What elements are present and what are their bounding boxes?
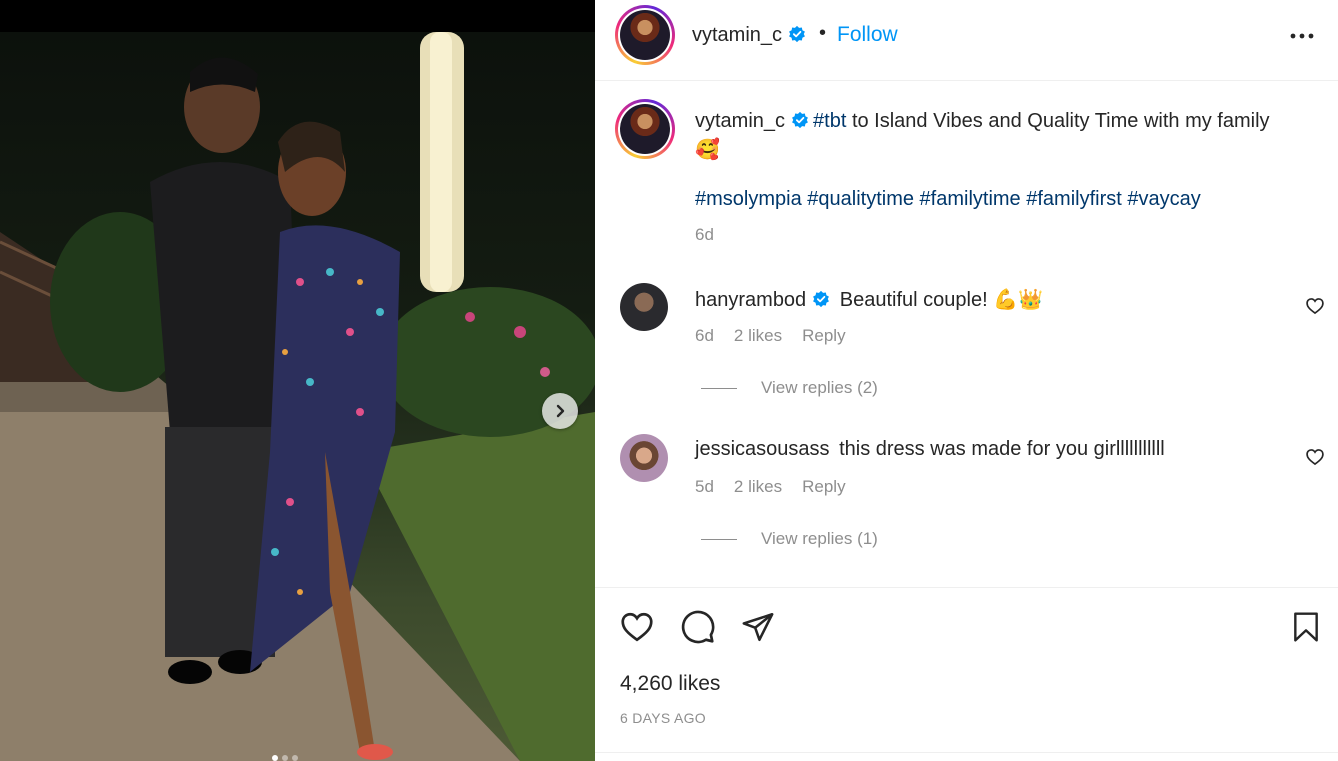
- view-replies-line: [701, 387, 737, 389]
- hashtag-link[interactable]: #msolympia: [695, 188, 802, 210]
- verified-badge-icon: [789, 25, 805, 43]
- verified-badge-icon: [813, 290, 830, 308]
- hashtag-link[interactable]: #familyfirst: [1026, 188, 1122, 210]
- carousel-dots: [272, 755, 298, 761]
- comment-likes[interactable]: 2 likes: [734, 477, 782, 497]
- reply-button[interactable]: Reply: [802, 326, 845, 346]
- heart-icon[interactable]: [1305, 447, 1325, 467]
- hashtag-link[interactable]: #tbt: [813, 110, 846, 132]
- caption-text: vytamin_c #tbt to Island Vibes and Qualit…: [695, 107, 1295, 164]
- commenter-avatar[interactable]: [620, 434, 668, 482]
- post-media: [0, 0, 595, 761]
- comment-text: this dress was made for you girlllllllll…: [839, 438, 1165, 460]
- caption-emoji: 🥰: [695, 137, 720, 161]
- post-panel: vytamin_c • Follow vytamin_c #tbt to Isla…: [595, 0, 1338, 761]
- author-avatar[interactable]: [615, 5, 675, 65]
- bookmark-icon: [1294, 612, 1318, 642]
- more-options-button[interactable]: [1288, 24, 1316, 48]
- like-button[interactable]: [618, 608, 656, 646]
- caption-username[interactable]: vytamin_c: [695, 110, 809, 132]
- save-button[interactable]: [1287, 608, 1325, 646]
- view-replies-button[interactable]: View replies (1): [701, 529, 878, 549]
- commenter-avatar[interactable]: [620, 283, 668, 331]
- hashtag-link[interactable]: #vaycay: [1127, 188, 1200, 210]
- caption-timestamp[interactable]: 6d: [695, 225, 714, 245]
- likes-count[interactable]: 4,260 likes: [620, 672, 720, 696]
- view-replies-label: View replies (2): [761, 378, 878, 397]
- hashtag-link[interactable]: #familytime: [920, 188, 1021, 210]
- comment-body: jessicasousass this dress was made for y…: [695, 438, 1165, 461]
- share-button[interactable]: [739, 608, 777, 646]
- view-replies-label: View replies (1): [761, 529, 878, 548]
- view-replies-button[interactable]: View replies (2): [701, 378, 878, 398]
- comment-body: hanyrambod Beautiful couple! 💪👑: [695, 287, 1043, 312]
- comment-likes[interactable]: 2 likes: [734, 326, 782, 346]
- comment-icon: [681, 610, 715, 644]
- comment-emoji: 💪👑: [993, 287, 1044, 311]
- commenter-username[interactable]: hanyrambod: [695, 289, 830, 311]
- hashtag-link[interactable]: #qualitytime: [807, 188, 914, 210]
- caption-avatar[interactable]: [615, 99, 675, 159]
- carousel-dot: [292, 755, 298, 761]
- carousel-dot: [272, 755, 278, 761]
- next-photo-button[interactable]: [542, 393, 578, 429]
- author-username[interactable]: vytamin_c: [692, 24, 806, 47]
- heart-icon[interactable]: [1305, 296, 1325, 316]
- comment-text: Beautiful couple!: [839, 289, 988, 311]
- comment-meta: 5d 2 likes Reply: [695, 477, 846, 497]
- header-separator: •: [819, 22, 827, 44]
- post-photo: [0, 32, 595, 761]
- bottom-divider: [595, 752, 1338, 753]
- comment-timestamp[interactable]: 5d: [695, 477, 714, 497]
- follow-button[interactable]: Follow: [837, 23, 898, 47]
- comment-timestamp[interactable]: 6d: [695, 326, 714, 346]
- heart-icon: [621, 612, 653, 642]
- view-replies-line: [701, 538, 737, 540]
- more-horizontal-icon: [1290, 33, 1314, 39]
- post-header: vytamin_c • Follow: [595, 0, 1338, 81]
- verified-badge-icon: [792, 111, 808, 129]
- caption-body: to Island Vibes and Quality Time with my…: [846, 110, 1270, 132]
- comment-button[interactable]: [679, 608, 717, 646]
- reply-button[interactable]: Reply: [802, 477, 845, 497]
- photo-illustration: [0, 32, 595, 761]
- carousel-dot: [282, 755, 288, 761]
- action-bar-divider: [595, 587, 1338, 588]
- commenter-username[interactable]: jessicasousass: [695, 438, 830, 460]
- chevron-right-icon: [556, 404, 565, 418]
- caption-hashtags: #msolympia #qualitytime #familytime #fam…: [695, 188, 1201, 211]
- share-icon: [742, 612, 774, 642]
- comment-meta: 6d 2 likes Reply: [695, 326, 846, 346]
- post-date: 6 DAYS AGO: [620, 710, 706, 726]
